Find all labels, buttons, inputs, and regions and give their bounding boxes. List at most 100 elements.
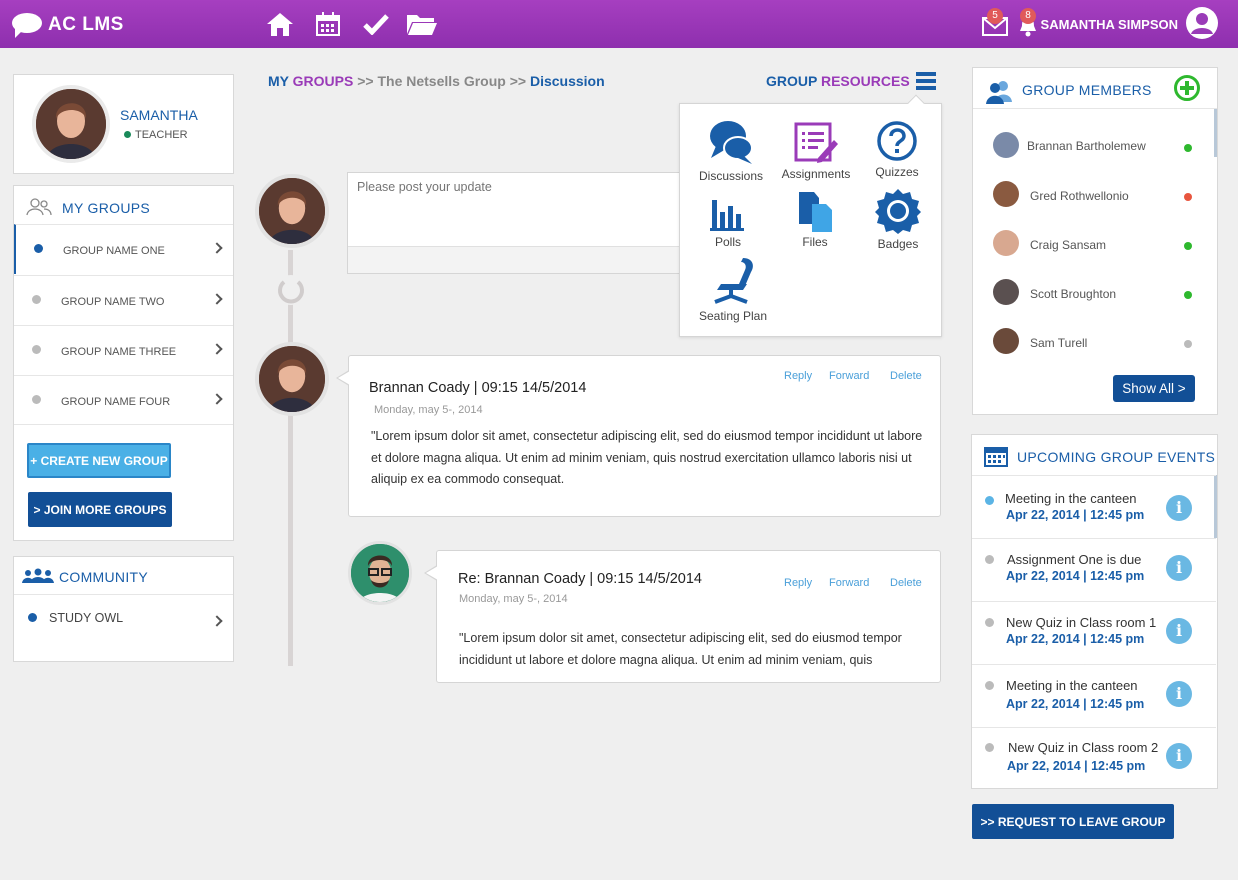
group-dot — [34, 244, 43, 253]
info-icon[interactable]: i — [1166, 495, 1192, 521]
event-dot — [985, 618, 994, 627]
group-label: GROUP NAME ONE — [63, 245, 165, 257]
member-status-dot — [1184, 340, 1192, 348]
member-avatar — [993, 328, 1019, 354]
update-input[interactable] — [348, 173, 681, 245]
community-title: COMMUNITY — [59, 569, 149, 585]
member-status-dot — [1184, 242, 1192, 250]
group-resources-toggle[interactable]: GROUP RESOURCES — [766, 73, 910, 89]
event-row[interactable]: New Quiz in Class room 2 Apr 22, 2014 | … — [972, 727, 1216, 790]
breadcrumb-my[interactable]: MY — [268, 73, 289, 89]
post-author-avatar[interactable] — [255, 342, 329, 416]
profile-avatar[interactable] — [32, 85, 110, 163]
folder-icon[interactable] — [406, 10, 438, 38]
group-dot — [32, 295, 41, 304]
event-row[interactable]: New Quiz in Class room 1 Apr 22, 2014 | … — [972, 601, 1216, 664]
member-avatar — [993, 279, 1019, 305]
community-panel: COMMUNITY STUDY OWL — [13, 556, 234, 662]
refresh-icon[interactable] — [276, 275, 306, 305]
member-row[interactable]: Craig Sansam — [973, 220, 1217, 269]
resource-assignments[interactable]: Assignments — [774, 122, 858, 181]
breadcrumb-separator: >> — [357, 73, 374, 89]
post-card: Brannan Coady | 09:15 14/5/2014 Monday, … — [336, 355, 941, 517]
post-body: "Lorem ipsum dolor sit amet, consectetur… — [371, 429, 923, 486]
mail-count-badge: 5 — [987, 8, 1003, 24]
group-item-four[interactable]: GROUP NAME FOUR — [14, 375, 233, 425]
discussions-icon — [710, 121, 753, 164]
group-label: GROUP NAME THREE — [61, 346, 177, 358]
profile-name[interactable]: SAMANTHA — [120, 107, 198, 123]
forward-link[interactable]: Forward — [829, 577, 869, 589]
member-row[interactable]: Brannan Bartholemew — [973, 122, 1217, 171]
group-item-two[interactable]: GROUP NAME TWO — [14, 275, 233, 325]
my-groups-panel: MY GROUPS GROUP NAME ONE GROUP NAME TWO … — [13, 185, 234, 541]
calendar-icon[interactable] — [312, 10, 344, 38]
event-row[interactable]: Meeting in the canteen Apr 22, 2014 | 12… — [972, 664, 1216, 727]
profile-role: TEACHER — [124, 129, 188, 141]
composer-footer — [348, 246, 681, 273]
reply-card: Re: Brannan Coady | 09:15 14/5/2014 Mond… — [424, 550, 941, 683]
member-name: Brannan Bartholemew — [1027, 139, 1146, 153]
check-icon[interactable] — [360, 10, 392, 38]
resource-seating-plan[interactable]: Seating Plan — [691, 256, 775, 323]
member-row[interactable]: Gred Rothwellonio — [973, 171, 1217, 220]
reply-link[interactable]: Reply — [784, 577, 812, 589]
community-icon — [22, 568, 54, 589]
user-avatar-icon[interactable] — [1186, 7, 1218, 39]
member-status-dot — [1184, 291, 1192, 299]
member-avatar — [993, 230, 1019, 256]
event-date: Apr 22, 2014 | 12:45 pm — [1006, 697, 1145, 711]
join-groups-button[interactable]: > JOIN MORE GROUPS — [28, 492, 172, 527]
group-resources-menu: Discussions Assignments Quizzes Polls Fi… — [679, 94, 942, 337]
event-title: New Quiz in Class room 1 — [1006, 615, 1157, 630]
info-icon[interactable]: i — [1166, 743, 1192, 769]
event-row[interactable]: Meeting in the canteen Apr 22, 2014 | 12… — [972, 475, 1216, 538]
community-item-study-owl[interactable]: STUDY OWL — [14, 594, 233, 644]
delete-link[interactable]: Delete — [890, 370, 922, 382]
upcoming-events-panel: UPCOMING GROUP EVENTS Meeting in the can… — [971, 434, 1218, 789]
resource-files[interactable]: Files — [773, 192, 857, 249]
member-name: Sam Turell — [1030, 336, 1088, 350]
divider — [973, 108, 1217, 109]
resource-quizzes[interactable]: Quizzes — [855, 120, 939, 179]
event-date: Apr 22, 2014 | 12:45 pm — [1007, 759, 1146, 773]
menu-icon[interactable] — [916, 72, 936, 95]
community-label: STUDY OWL — [49, 611, 124, 625]
member-name: Craig Sansam — [1030, 238, 1107, 252]
forward-link[interactable]: Forward — [829, 370, 869, 382]
group-item-one[interactable]: GROUP NAME ONE — [14, 224, 233, 274]
reply-link[interactable]: Reply — [784, 370, 812, 382]
info-icon[interactable]: i — [1166, 555, 1192, 581]
resource-polls[interactable]: Polls — [686, 196, 770, 249]
composer-avatar — [255, 174, 329, 248]
create-group-button[interactable]: + CREATE NEW GROUP — [27, 443, 171, 478]
member-row[interactable]: Sam Turell — [973, 318, 1217, 367]
event-title: Meeting in the canteen — [1005, 491, 1137, 506]
group-item-three[interactable]: GROUP NAME THREE — [14, 325, 233, 375]
chevron-right-icon — [211, 343, 223, 355]
user-name[interactable]: SAMANTHA SIMPSON — [1041, 17, 1178, 32]
info-icon[interactable]: i — [1166, 618, 1192, 644]
add-member-icon[interactable] — [1174, 75, 1200, 101]
question-icon — [877, 121, 917, 161]
show-all-button[interactable]: Show All > — [1113, 375, 1195, 402]
delete-link[interactable]: Delete — [890, 577, 922, 589]
leave-group-button[interactable]: >> REQUEST TO LEAVE GROUP — [972, 804, 1174, 839]
notification-count-badge: 8 — [1020, 8, 1036, 24]
app-logo[interactable]: AC LMS — [12, 13, 124, 38]
member-row[interactable]: Scott Broughton — [973, 269, 1217, 318]
group-members-panel: GROUP MEMBERS Brannan Bartholemew Gred R… — [972, 67, 1218, 415]
reply-author-avatar[interactable] — [348, 541, 412, 605]
resource-badges[interactable]: Badges — [856, 188, 940, 251]
info-icon[interactable]: i — [1166, 681, 1192, 707]
resource-discussions[interactable]: Discussions — [689, 118, 773, 183]
event-row[interactable]: Assignment One is due Apr 22, 2014 | 12:… — [972, 538, 1216, 601]
top-bar: AC LMS 5 8 SAMANTHA SIMPSON — [0, 0, 1238, 48]
breadcrumb-group[interactable]: The Netsells Group — [377, 73, 505, 89]
breadcrumb-groups[interactable]: GROUPS — [293, 73, 354, 89]
mail-icon[interactable]: 5 — [982, 8, 1008, 36]
bell-icon[interactable]: 8 — [1017, 8, 1039, 38]
chevron-right-icon — [211, 393, 223, 405]
home-icon[interactable] — [264, 10, 296, 38]
post-header: Brannan Coady | 09:15 14/5/2014 — [369, 380, 587, 396]
